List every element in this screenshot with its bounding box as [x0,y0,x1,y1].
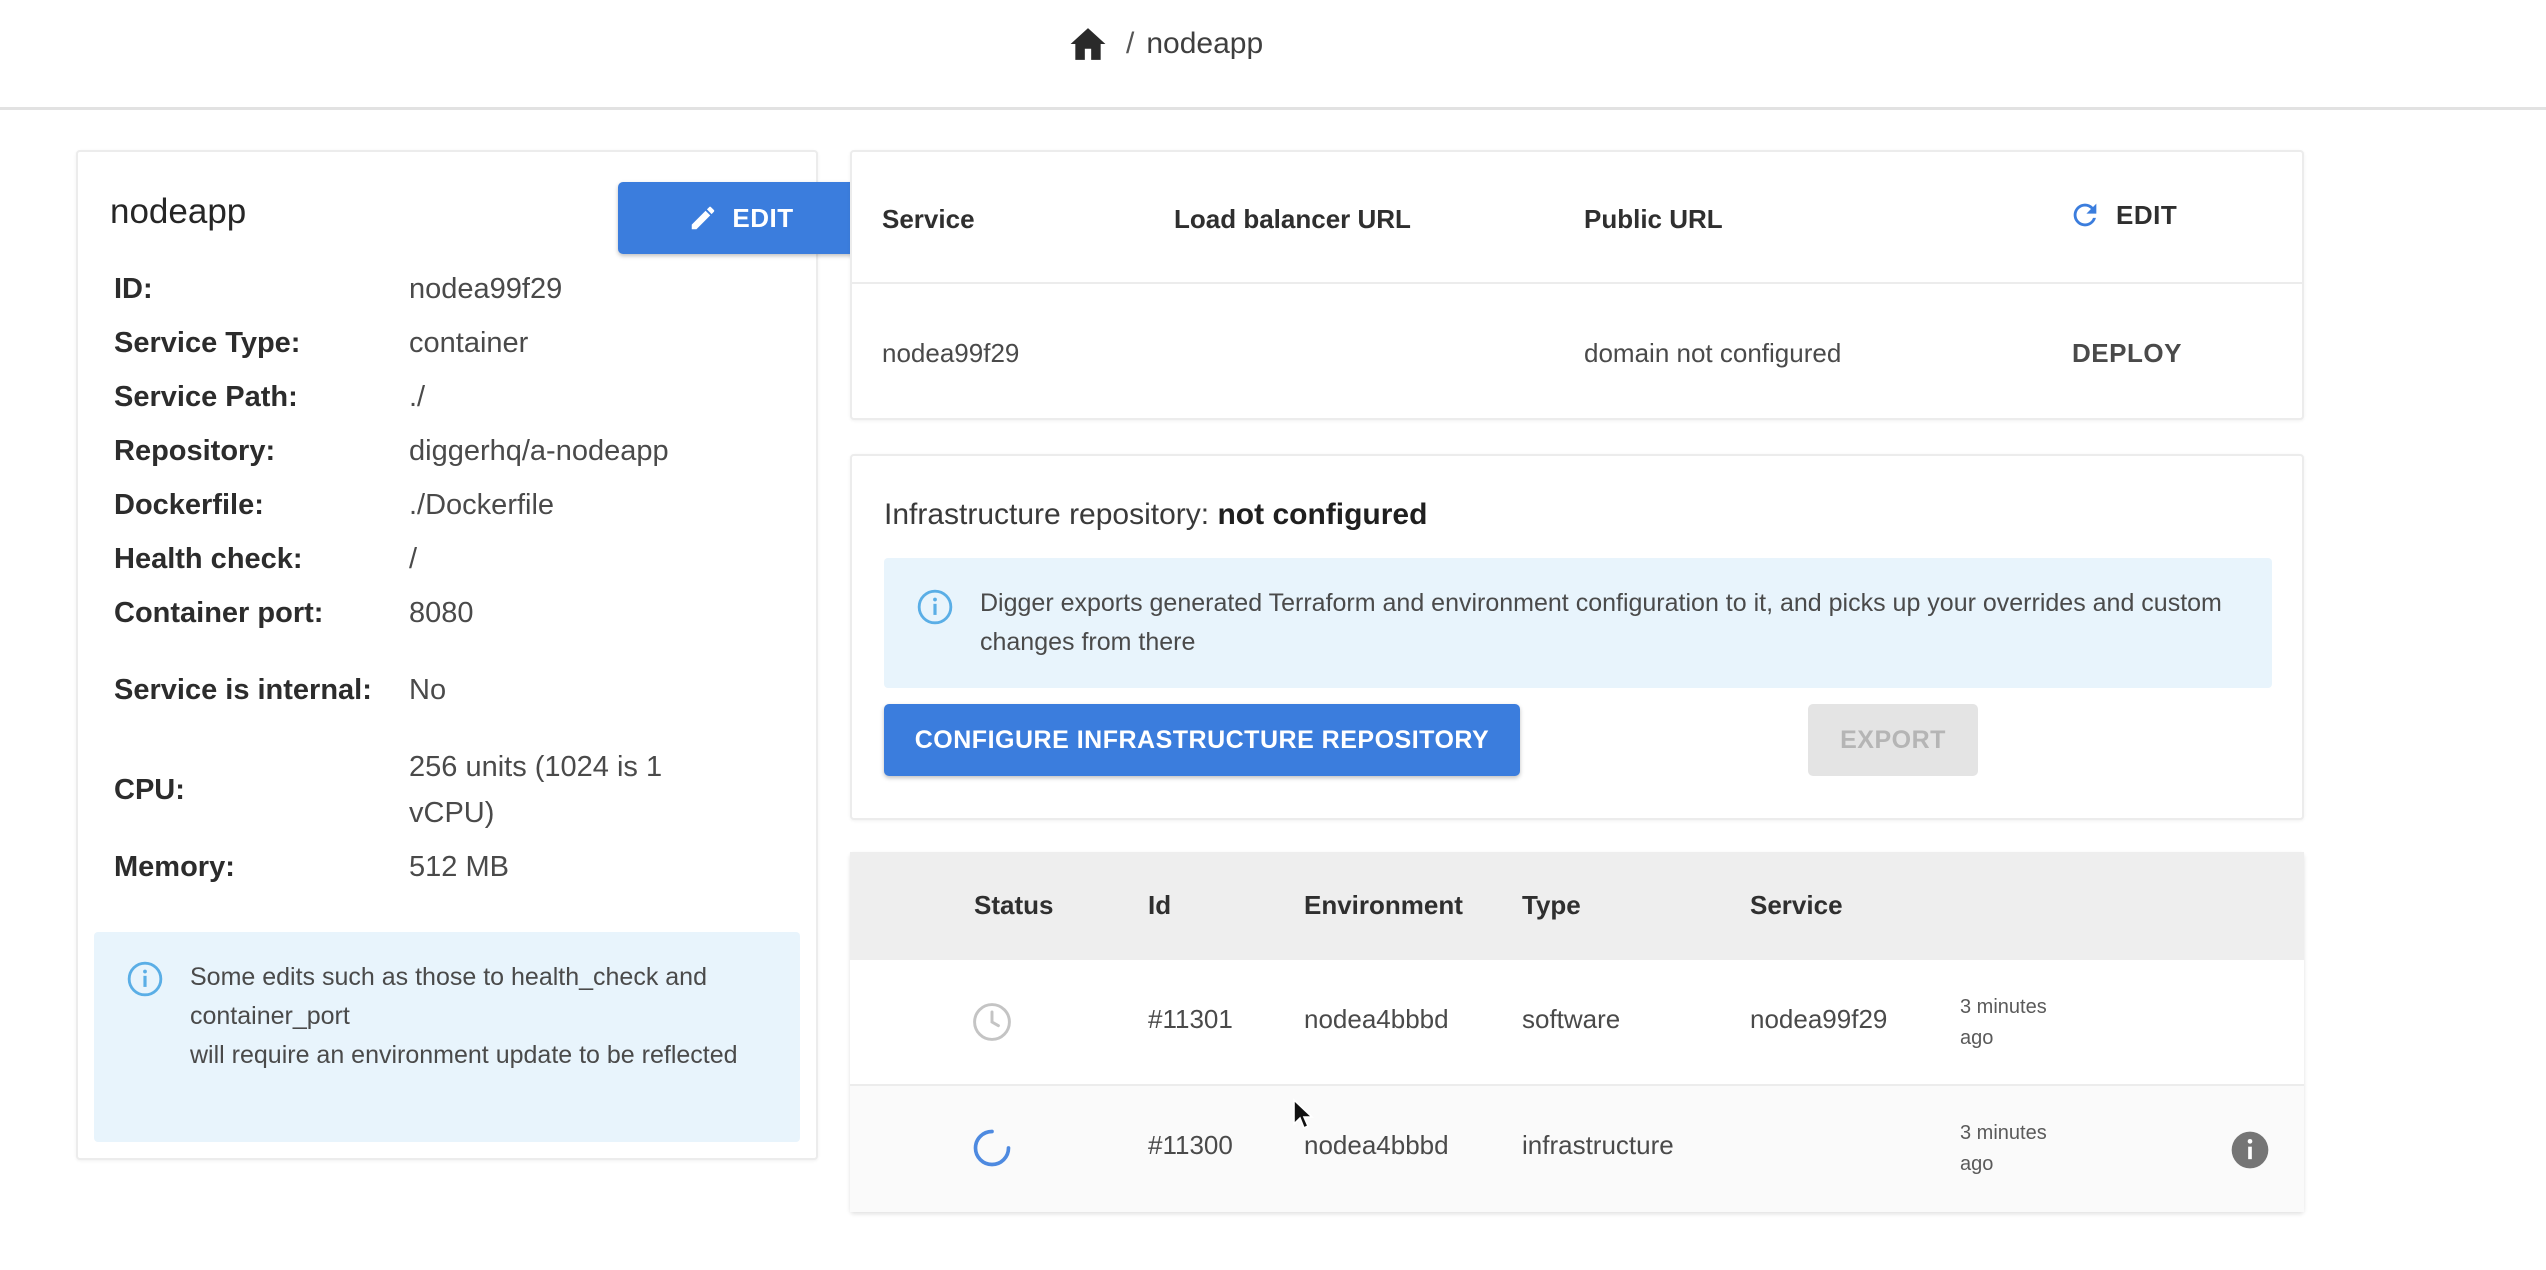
breadcrumb: / nodeapp [1068,22,1263,66]
infra-status: not configured [1217,498,1428,531]
deployment-id: #11300 [1148,1130,1233,1160]
breadcrumb-separator: / [1126,27,1135,60]
detail-row-repository: Repository: diggerhq/a-nodeapp [114,424,794,478]
home-icon[interactable] [1068,24,1108,64]
detail-row-container-port: Container port: 8080 [114,586,794,640]
detail-value: 8080 [409,597,474,629]
detail-value: ./Dockerfile [409,489,555,521]
detail-value: container [409,327,529,359]
top-bar: / nodeapp [0,0,2546,110]
infra-info-alert: Digger exports generated Terraform and e… [884,558,2272,688]
infra-info-text: Digger exports generated Terraform and e… [980,589,2222,656]
mouse-cursor-icon [1292,1098,1315,1135]
detail-label: Dockerfile: [114,489,264,521]
info-icon [126,960,164,1003]
detail-value: 256 units (1024 is 1 vCPU) [409,751,663,829]
deployments-table: Status Id Environment Type Service #1130… [850,852,2304,1212]
refresh-icon [2073,203,2097,227]
service-table-header: Service Load balancer URL Public URL EDI… [852,152,2302,284]
deployment-row[interactable]: #11301 nodea4bbbd software nodea99f29 3 … [850,960,2304,1086]
service-title: nodeapp [110,192,247,231]
detail-label: Service Path: [114,381,298,413]
edit-urls-label: EDIT [2116,199,2178,230]
deployment-row[interactable]: #11300 nodea4bbbd infrastructure 3 minut… [850,1086,2304,1212]
deployment-environment: nodea4bbbd [1304,1004,1449,1034]
service-urls-card: Service Load balancer URL Public URL EDI… [850,150,2304,420]
header-id: Id [1148,890,1172,920]
loading-spinner-icon [970,1126,1014,1175]
deployment-info-icon[interactable] [2230,1130,2270,1175]
header-lb-url: Load balancer URL [1174,204,1411,234]
deployment-environment: nodea4bbbd [1304,1130,1449,1160]
infrastructure-card: Infrastructure repository: not configure… [850,454,2304,820]
detail-row-id: ID: nodea99f29 [114,262,794,316]
edit-service-button[interactable]: EDIT [618,182,864,254]
detail-value: No [409,674,447,706]
detail-value: nodea99f29 [409,273,563,305]
pencil-icon [692,206,715,230]
infra-label: Infrastructure repository: [884,498,1210,531]
row-public-url: domain not configured [1584,338,1842,368]
detail-value: ./ [409,381,426,413]
service-details: ID: nodea99f29 Service Type: container S… [114,262,794,894]
detail-label: CPU: [114,774,185,806]
clock-icon [970,1000,1014,1049]
row-service: nodea99f29 [882,338,1020,368]
detail-row-internal: Service is internal: No [114,640,794,740]
deploy-button[interactable]: DEPLOY [2072,338,2182,369]
detail-label: Service is internal: [114,674,372,706]
detail-label: Memory: [114,851,235,883]
breadcrumb-current[interactable]: nodeapp [1146,27,1263,61]
detail-label: Container port: [114,597,324,629]
detail-row-service-path: Service Path: ./ [114,370,794,424]
edit-info-alert: Some edits such as those to health_check… [94,932,800,1142]
deployment-type: infrastructure [1522,1130,1674,1160]
detail-label: ID: [114,273,153,305]
detail-value: / [409,543,418,575]
deployment-type: software [1522,1004,1621,1034]
service-details-card: nodeapp EDIT ID: nodea99f29 Service Type… [76,150,864,1160]
edit-info-text: Some edits such as those to health_check… [190,963,738,1069]
deployment-time: 3 minutes ago [1960,996,2047,1049]
service-table-row: nodea99f29 domain not configured DEPLOY [852,284,2302,420]
infra-status-line: Infrastructure repository: not configure… [884,498,1427,532]
header-environment: Environment [1304,890,1463,920]
header-public-url: Public URL [1584,204,1723,234]
info-icon [916,588,954,631]
detail-row-dockerfile: Dockerfile: ./Dockerfile [114,478,794,532]
deployments-header: Status Id Environment Type Service [850,852,2304,960]
edit-urls-button[interactable]: EDIT [2068,198,2177,232]
detail-label: Health check: [114,543,303,575]
detail-row-cpu: CPU: 256 units (1024 is 1 vCPU) [114,740,794,840]
header-status: Status [974,890,1054,920]
detail-label: Service Type: [114,327,301,359]
deployment-time: 3 minutes ago [1960,1122,2047,1175]
detail-label: Repository: [114,435,276,467]
header-service: Service [882,204,975,234]
detail-row-health-check: Health check: / [114,532,794,586]
configure-infra-button[interactable]: CONFIGURE INFRASTRUCTURE REPOSITORY [884,704,1520,776]
detail-value: 512 MB [409,851,509,883]
deployment-service: nodea99f29 [1750,1004,1888,1034]
header-service: Service [1750,890,1843,920]
header-type: Type [1522,890,1581,920]
detail-value: diggerhq/a-nodeapp [409,435,669,467]
deployment-id: #11301 [1148,1004,1233,1034]
edit-service-label: EDIT [732,202,794,233]
detail-row-service-type: Service Type: container [114,316,794,370]
export-button[interactable]: EXPORT [1808,704,1978,776]
detail-row-memory: Memory: 512 MB [114,840,794,894]
